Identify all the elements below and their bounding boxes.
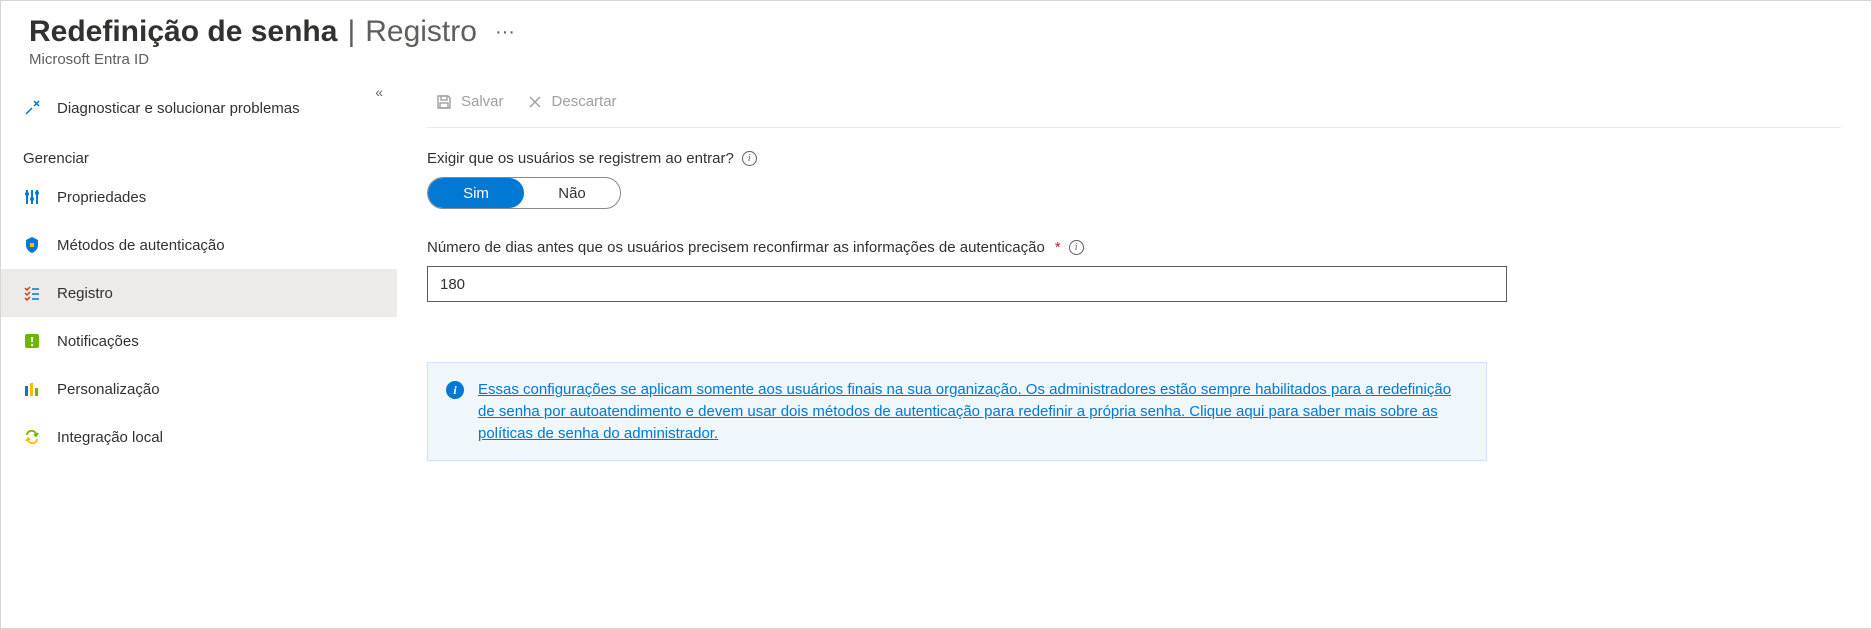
more-actions-button[interactable]: ···	[487, 21, 515, 44]
sidebar: « Diagnosticar e solucionar problemas Ge…	[1, 76, 397, 619]
discard-button-label: Descartar	[552, 93, 617, 110]
toolbar: Salvar Descartar	[427, 76, 1841, 128]
sidebar-item-label: Integração local	[57, 429, 163, 446]
sidebar-item-label: Diagnosticar e solucionar problemas	[57, 100, 300, 117]
checklist-icon	[23, 284, 41, 302]
save-icon	[435, 93, 453, 111]
sidebar-item-customization[interactable]: Personalização	[1, 365, 397, 413]
sidebar-item-label: Métodos de autenticação	[57, 237, 225, 254]
sidebar-item-registration[interactable]: Registro	[1, 269, 397, 317]
info-icon[interactable]: i	[1069, 240, 1084, 255]
page-title-separator: |	[347, 15, 355, 49]
sliders-icon	[23, 188, 41, 206]
info-banner: i Essas configurações se aplicam somente…	[427, 362, 1487, 461]
content-area: Salvar Descartar Exigir que os usuários …	[397, 76, 1871, 619]
save-button[interactable]: Salvar	[435, 93, 504, 111]
wrench-icon	[23, 99, 41, 117]
require-register-label-row: Exigir que os usuários se registrem ao e…	[427, 150, 1507, 167]
shield-icon	[23, 236, 41, 254]
sidebar-item-onprem[interactable]: Integração local	[1, 413, 397, 461]
info-icon: i	[446, 381, 464, 399]
page-header: Redefinição de senha | Registro ··· Micr…	[1, 1, 1871, 76]
reconfirm-label: Número de dias antes que os usuários pre…	[427, 239, 1045, 256]
reconfirm-days-input[interactable]	[427, 266, 1507, 302]
alert-icon	[23, 332, 41, 350]
toggle-option-no[interactable]: Não	[524, 178, 620, 208]
required-indicator: *	[1055, 239, 1061, 256]
sidebar-item-label: Propriedades	[57, 189, 146, 206]
sidebar-item-notifications[interactable]: Notificações	[1, 317, 397, 365]
require-register-label: Exigir que os usuários se registrem ao e…	[427, 150, 734, 167]
page-subtitle: Microsoft Entra ID	[29, 51, 1843, 68]
close-icon	[526, 93, 544, 111]
save-button-label: Salvar	[461, 93, 504, 110]
info-icon[interactable]: i	[742, 151, 757, 166]
reconfirm-label-row: Número de dias antes que os usuários pre…	[427, 239, 1507, 256]
discard-button[interactable]: Descartar	[526, 93, 617, 111]
page-title-sub: Registro	[365, 15, 477, 49]
bars-icon	[23, 380, 41, 398]
sync-icon	[23, 428, 41, 446]
banner-link[interactable]: Essas configurações se aplicam somente a…	[478, 379, 1468, 444]
sidebar-item-label: Registro	[57, 285, 113, 302]
sidebar-item-properties[interactable]: Propriedades	[1, 173, 397, 221]
require-register-toggle[interactable]: Sim Não	[427, 177, 621, 209]
toggle-option-yes[interactable]: Sim	[428, 178, 524, 208]
page-title-main: Redefinição de senha	[29, 15, 337, 49]
sidebar-item-diagnose[interactable]: Diagnosticar e solucionar problemas	[1, 84, 397, 132]
sidebar-item-auth-methods[interactable]: Métodos de autenticação	[1, 221, 397, 269]
collapse-sidebar-button[interactable]: «	[375, 84, 383, 100]
sidebar-section-manage: Gerenciar	[1, 132, 397, 173]
sidebar-item-label: Notificações	[57, 333, 139, 350]
sidebar-item-label: Personalização	[57, 381, 160, 398]
